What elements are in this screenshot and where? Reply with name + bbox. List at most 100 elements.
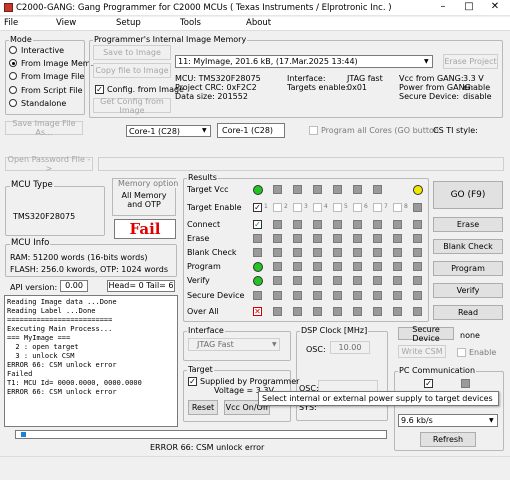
log-line: ERROR 66: CSM unlock error bbox=[7, 361, 117, 369]
target-enable-checkbox[interactable] bbox=[293, 203, 302, 212]
mode-radio-interactive[interactable] bbox=[9, 46, 17, 54]
status-square bbox=[393, 291, 402, 300]
mode-label-image-mem: From Image Mem. bbox=[21, 59, 94, 68]
log-line: ERROR 66: CSM unlock error bbox=[7, 388, 117, 396]
log-line: === MyImage === bbox=[7, 334, 71, 342]
erase-project-button[interactable]: Erase Project bbox=[443, 54, 498, 69]
config-from-image-checkbox[interactable]: ✓ bbox=[95, 85, 104, 94]
mode-radio-image-file[interactable] bbox=[9, 72, 17, 80]
status-square bbox=[373, 262, 382, 271]
mode-radio-standalone[interactable] bbox=[9, 99, 17, 107]
mode-radio-script-file[interactable] bbox=[9, 86, 17, 94]
status-square bbox=[353, 262, 362, 271]
mode-radio-image-mem[interactable] bbox=[9, 59, 17, 67]
save-to-image-button[interactable]: Save to Image bbox=[93, 45, 171, 60]
menu-file[interactable]: File bbox=[4, 18, 18, 28]
status-square bbox=[353, 291, 362, 300]
pc-comm-checkbox-1[interactable]: ✓ bbox=[424, 379, 433, 388]
log-line: 3 : unlock CSM bbox=[7, 352, 75, 360]
extra-status-square bbox=[413, 234, 422, 243]
api-version-value: 0.00 bbox=[60, 280, 88, 292]
result-row-label: Over All bbox=[187, 307, 219, 316]
copy-file-to-image-button[interactable]: Copy file to Image bbox=[93, 63, 171, 78]
mode-title: Mode bbox=[9, 35, 33, 44]
image-memory-title: Programmer's Internal Image Memory bbox=[93, 35, 248, 44]
menu-view[interactable]: View bbox=[56, 18, 76, 28]
baud-rate-select[interactable]: 9.6 kb/s bbox=[398, 414, 498, 427]
extra-status-square bbox=[413, 276, 422, 285]
mode-label-image-file: From Image File bbox=[21, 72, 85, 81]
supplied-by-programmer-checkbox[interactable]: ✓ bbox=[188, 377, 197, 386]
tooltip: Select internal or external power supply… bbox=[258, 391, 499, 406]
target-enable-checkbox[interactable] bbox=[313, 203, 322, 212]
status-square bbox=[333, 276, 342, 285]
target-number: 4 bbox=[324, 203, 328, 210]
core-select[interactable]: Core-1 (C28) bbox=[126, 125, 211, 137]
close-button[interactable]: ✕ bbox=[482, 1, 508, 12]
extra-status-square bbox=[413, 248, 422, 257]
core-select-value: Core-1 (C28) bbox=[129, 127, 181, 136]
interface-select[interactable]: JTAG Fast bbox=[188, 338, 280, 351]
connect-status bbox=[333, 220, 342, 229]
log-area[interactable]: Reading Image data ...Done Reading Label … bbox=[4, 295, 178, 427]
verify-button[interactable]: Verify bbox=[433, 283, 503, 298]
target-vcc-indicator bbox=[313, 185, 322, 194]
blank-check-button[interactable]: Blank Check bbox=[433, 239, 503, 254]
target-enable-checkbox[interactable] bbox=[373, 203, 382, 212]
target-enable-checkbox[interactable] bbox=[393, 203, 402, 212]
menu-tools[interactable]: Tools bbox=[180, 18, 201, 28]
target-enable-checkbox[interactable]: ✓ bbox=[253, 203, 262, 212]
reset-button[interactable]: Reset bbox=[188, 400, 218, 415]
target-number: 8 bbox=[404, 203, 408, 210]
status-dot bbox=[253, 276, 263, 286]
get-config-from-image-button[interactable]: Get Config from Image bbox=[93, 97, 171, 115]
open-password-file-button[interactable]: Open Password File -> bbox=[5, 155, 93, 173]
osc-value[interactable]: 10.00 bbox=[330, 341, 370, 354]
image-info-targets-value: 0x01 bbox=[347, 83, 368, 92]
erase-button[interactable]: Erase bbox=[433, 217, 503, 232]
image-select[interactable]: 11: MyImage, 201.6 kB, (17.Mar.2025 13:4… bbox=[175, 55, 433, 68]
mode-label-interactive: Interactive bbox=[21, 46, 65, 55]
pc-comm-indicator bbox=[461, 379, 470, 388]
connect-status bbox=[313, 220, 322, 229]
target-number: 7 bbox=[384, 203, 388, 210]
overall-status bbox=[373, 307, 382, 316]
head-tail-value: Head= 0 Tail= 6 bbox=[107, 280, 175, 292]
target-enable-checkbox[interactable] bbox=[353, 203, 362, 212]
secure-value: none bbox=[460, 331, 480, 340]
target-enable-checkbox[interactable] bbox=[333, 203, 342, 212]
image-info-mcu: MCU: TMS320F28075 bbox=[175, 74, 261, 83]
enable-checkbox[interactable] bbox=[457, 348, 466, 357]
status-square bbox=[373, 276, 382, 285]
overall-status: ✕ bbox=[253, 307, 262, 316]
menu-about[interactable]: About bbox=[246, 18, 271, 28]
minimize-button[interactable]: – bbox=[430, 1, 456, 12]
maximize-button[interactable]: □ bbox=[456, 1, 482, 12]
target-vcc-indicator bbox=[333, 185, 342, 194]
target-enable-checkbox[interactable] bbox=[273, 203, 282, 212]
read-button[interactable]: Read bbox=[433, 305, 503, 320]
result-row-label: Erase bbox=[187, 234, 210, 243]
log-line: T1: MCU Id= 0000.0000, 0000.0000 bbox=[7, 379, 142, 387]
interface-title: Interface bbox=[187, 326, 225, 335]
program-all-cores-checkbox[interactable] bbox=[309, 126, 318, 135]
chevron-down-icon: ▼ bbox=[424, 58, 429, 65]
secure-device-button[interactable]: Secure Device bbox=[398, 325, 454, 343]
connect-status: ✓ bbox=[253, 220, 262, 229]
overall-status bbox=[293, 307, 302, 316]
image-info-crc: Project CRC: 0xF2C2 bbox=[175, 83, 257, 92]
core-field[interactable]: Core-1 (C28) bbox=[217, 123, 285, 138]
save-image-file-as-button[interactable]: Save Image File As... bbox=[5, 119, 83, 137]
status-square bbox=[333, 234, 342, 243]
memory-option-value: All Memory and OTP bbox=[121, 191, 167, 209]
refresh-button[interactable]: Refresh bbox=[420, 432, 476, 447]
status-square bbox=[273, 276, 282, 285]
status-bar bbox=[0, 456, 510, 480]
go-button[interactable]: GO (F9) bbox=[433, 181, 503, 209]
mcu-info-title: MCU Info bbox=[10, 238, 51, 248]
password-file-field bbox=[98, 157, 504, 171]
progress-bar bbox=[15, 430, 387, 439]
menu-setup[interactable]: Setup bbox=[116, 18, 141, 28]
write-csm-button[interactable]: Write CSM bbox=[398, 345, 446, 358]
program-button[interactable]: Program bbox=[433, 261, 503, 276]
